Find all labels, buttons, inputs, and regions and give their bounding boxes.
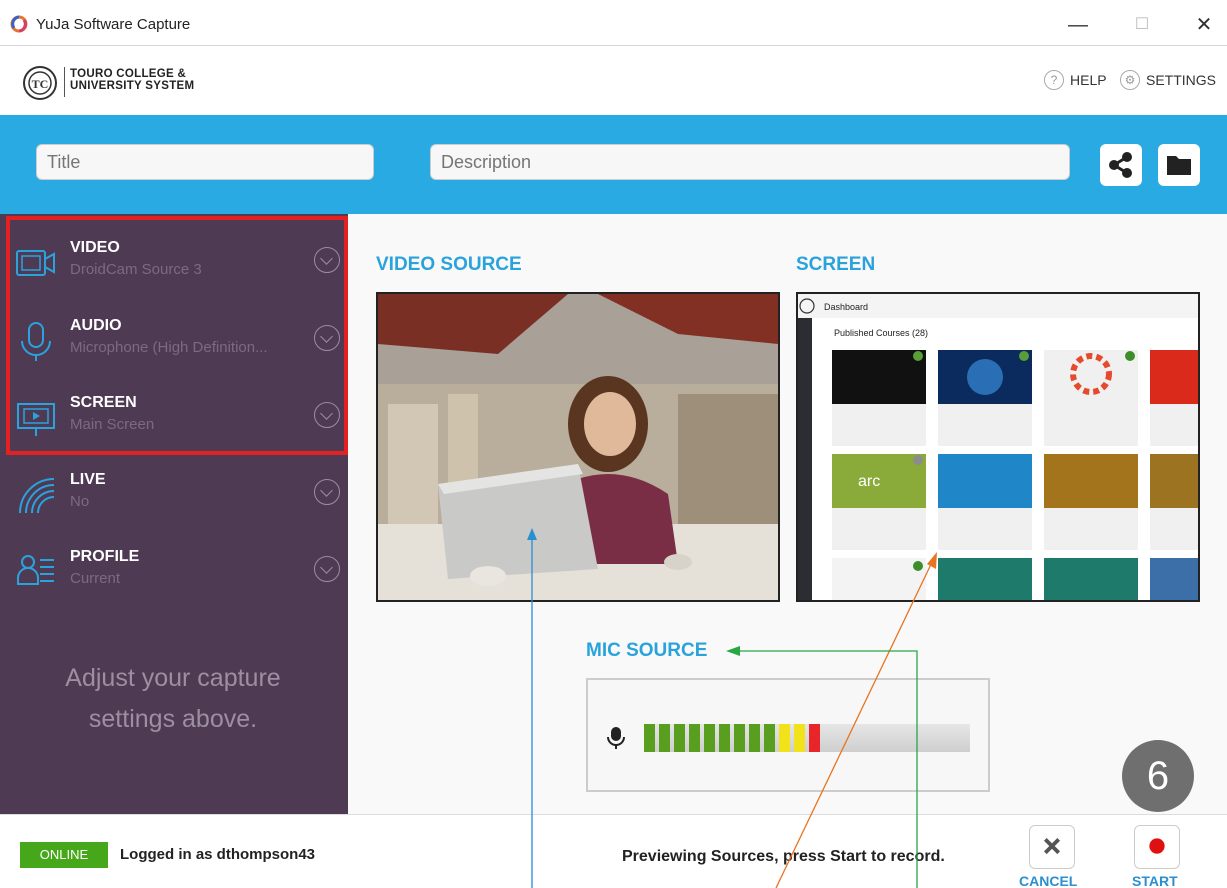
profile-icon bbox=[17, 555, 54, 585]
video-preview bbox=[376, 292, 780, 602]
webcam-frame-image bbox=[378, 294, 778, 600]
mic-level-segment bbox=[719, 724, 730, 752]
svg-text:TC: TC bbox=[32, 77, 49, 91]
mic-level-segment bbox=[809, 724, 820, 752]
screen-arc-label: arc bbox=[858, 473, 880, 490]
sidebar-item-profile[interactable]: PROFILE Current bbox=[0, 536, 348, 613]
mic-level-segment bbox=[764, 724, 775, 752]
help-icon: ? bbox=[1044, 70, 1064, 90]
online-badge: ONLINE bbox=[20, 842, 108, 868]
mic-source-title: MIC SOURCE bbox=[586, 640, 708, 661]
title-bar: YuJa Software Capture — ☐ ✕ bbox=[0, 0, 1227, 46]
folder-button[interactable] bbox=[1158, 144, 1200, 186]
sidebar-item-value: Current bbox=[70, 570, 121, 587]
sidebar-item-value: No bbox=[70, 493, 90, 510]
logo-line-2: UNIVERSITY SYSTEM bbox=[70, 80, 195, 92]
logged-in-text: Logged in as dthompson43 bbox=[120, 846, 316, 863]
share-icon bbox=[1109, 152, 1132, 178]
logo-line-1: TOURO COLLEGE & bbox=[70, 68, 187, 80]
record-icon bbox=[1149, 838, 1165, 854]
mic-level-track bbox=[644, 724, 970, 752]
institution-logo-text: TOURO COLLEGE & UNIVERSITY SYSTEM bbox=[70, 68, 194, 92]
sidebar-hint-text: Adjust your capture settings above. bbox=[65, 664, 281, 733]
preview-area: VIDEO SOURCE SCREEN Dashboard Published … bbox=[348, 214, 1227, 814]
screen-section-label: Published Courses (28) bbox=[834, 328, 928, 338]
metadata-band bbox=[0, 115, 1227, 214]
screen-app-title: Dashboard bbox=[824, 302, 868, 312]
live-broadcast-icon bbox=[19, 478, 55, 514]
touro-seal-icon: TC bbox=[23, 66, 57, 100]
settings-link[interactable]: ⚙ SETTINGS bbox=[1120, 70, 1216, 90]
close-button[interactable]: ✕ bbox=[1186, 10, 1222, 40]
help-link[interactable]: ? HELP bbox=[1044, 70, 1107, 90]
mic-level-segment bbox=[704, 724, 715, 752]
window-title: YuJa Software Capture bbox=[36, 16, 191, 33]
minimize-button[interactable]: — bbox=[1060, 10, 1096, 40]
mic-level-segment bbox=[689, 724, 700, 752]
cancel-label[interactable]: CANCEL bbox=[1019, 873, 1077, 888]
close-icon bbox=[1043, 838, 1061, 855]
mic-level-segment bbox=[659, 724, 670, 752]
start-button[interactable] bbox=[1134, 825, 1180, 869]
yuja-capture-window: YuJa Software Capture — ☐ ✕ TC TOURO COL… bbox=[0, 0, 1227, 888]
title-input[interactable] bbox=[36, 144, 374, 180]
header: TC TOURO COLLEGE & UNIVERSITY SYSTEM ? H… bbox=[0, 47, 1227, 115]
start-label[interactable]: START bbox=[1132, 873, 1178, 888]
sidebar-item-live[interactable]: LIVE No bbox=[0, 459, 348, 536]
sidebar-item-label: PROFILE bbox=[70, 548, 140, 565]
logo-divider bbox=[64, 67, 65, 97]
folder-icon bbox=[1167, 156, 1191, 175]
mic-level-segment bbox=[644, 724, 655, 752]
mic-level-segment bbox=[674, 724, 685, 752]
cancel-button[interactable] bbox=[1029, 825, 1075, 869]
share-button[interactable] bbox=[1100, 144, 1142, 186]
chevron-down-icon[interactable] bbox=[314, 479, 340, 505]
microphone-icon bbox=[607, 727, 625, 749]
yuja-logo-icon bbox=[10, 15, 28, 33]
preview-status-text: Previewing Sources, press Start to recor… bbox=[622, 848, 945, 865]
status-bar: ONLINE Logged in as dthompson43 Previewi… bbox=[0, 814, 1227, 888]
gear-icon: ⚙ bbox=[1120, 70, 1140, 90]
settings-label: SETTINGS bbox=[1146, 72, 1217, 88]
mic-level-segment bbox=[794, 724, 805, 752]
description-input[interactable] bbox=[430, 144, 1070, 180]
video-source-title: VIDEO SOURCE bbox=[376, 254, 522, 275]
highlight-box bbox=[6, 216, 348, 455]
mic-level-segment bbox=[734, 724, 745, 752]
step-number-badge: 6 bbox=[1122, 740, 1194, 812]
mic-level-meter bbox=[586, 678, 990, 792]
chevron-down-icon[interactable] bbox=[314, 556, 340, 582]
screen-preview: Dashboard Published Courses (28) arc bbox=[796, 292, 1200, 602]
capture-settings-sidebar: VIDEO DroidCam Source 3 AUDIO Microphone… bbox=[0, 214, 348, 814]
sidebar-item-label: LIVE bbox=[70, 471, 106, 488]
maximize-button[interactable]: ☐ bbox=[1124, 10, 1160, 40]
mic-level-segment bbox=[779, 724, 790, 752]
screen-title: SCREEN bbox=[796, 254, 876, 275]
help-label: HELP bbox=[1070, 72, 1107, 88]
mic-level-segment bbox=[749, 724, 760, 752]
screen-thumbnail-image: Dashboard Published Courses (28) arc bbox=[798, 294, 1198, 600]
